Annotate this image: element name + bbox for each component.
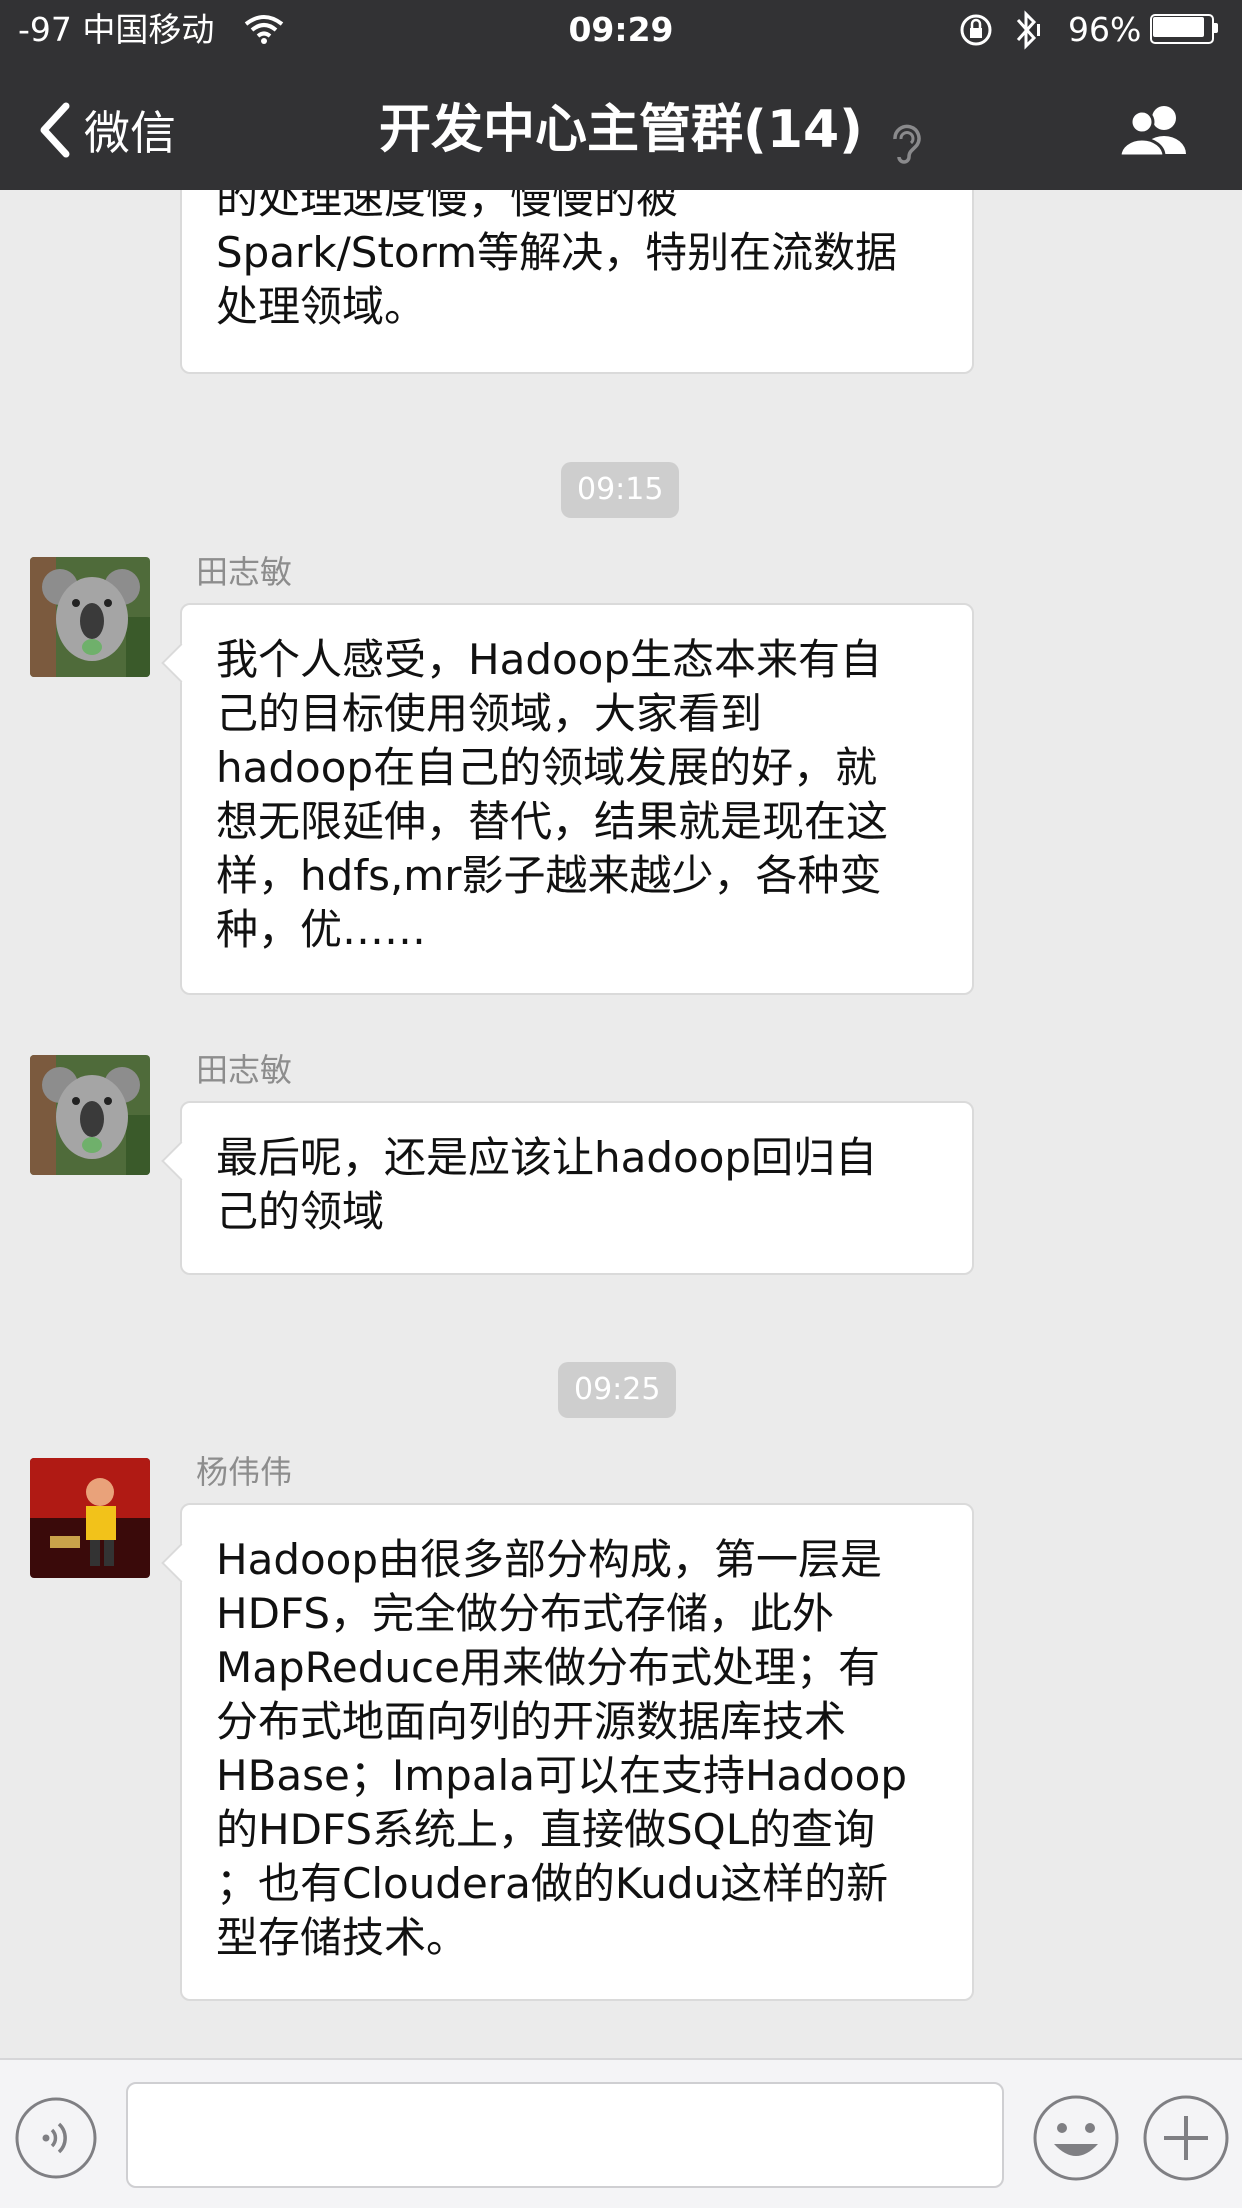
nav-bar: 微信 开发中心主管群(14) xyxy=(0,70,1242,190)
top-bar: -97 中国移动 09:29 96% 微信 开发中心主管群(14) xyxy=(0,0,1242,190)
group-members-button[interactable] xyxy=(1116,102,1196,162)
message-bubble[interactable]: Hadoop由很多部分构成，第一层是 HDFS，完全做分布式存储，此外 MapR… xyxy=(161,1503,974,2001)
plus-icon xyxy=(1143,2095,1229,2181)
koala-avatar-icon xyxy=(30,1055,150,1175)
earpiece-mode-icon xyxy=(887,108,923,188)
message-text: 的处理速度慢，慢慢的被 Spark/Storm等解决，特别在流数据 处理领域。 xyxy=(216,190,898,331)
chat-title: 开发中心主管群(14) xyxy=(0,90,1242,170)
time-divider: 09:25 xyxy=(558,1362,677,1418)
bluetooth-icon xyxy=(1012,10,1042,54)
status-time: 09:29 xyxy=(568,10,674,49)
more-button[interactable] xyxy=(1142,2094,1230,2182)
message-text: Hadoop由很多部分构成，第一层是 HDFS，完全做分布式存储，此外 MapR… xyxy=(216,1535,907,1962)
status-bar: -97 中国移动 09:29 96% xyxy=(0,0,1242,64)
avatar[interactable] xyxy=(30,557,150,677)
message-bubble[interactable]: 最后呢，还是应该让hadoop回归自 己的领域 xyxy=(161,1101,974,1275)
sender-name: 杨伟伟 xyxy=(196,1453,293,1491)
chat-title-text: 开发中心主管群(14) xyxy=(379,100,863,160)
message-input[interactable] xyxy=(126,2082,1004,2188)
avatar[interactable] xyxy=(30,1055,150,1175)
message-text: 最后呢，还是应该让hadoop回归自 己的领域 xyxy=(216,1133,878,1236)
emoji-icon xyxy=(1033,2095,1119,2181)
message-bubble[interactable]: 的处理速度慢，慢慢的被 Spark/Storm等解决，特别在流数据 处理领域。 xyxy=(180,190,974,374)
battery-percent: 96% xyxy=(1068,10,1142,49)
avatar[interactable] xyxy=(30,1458,150,1578)
input-bar xyxy=(0,2058,1242,2208)
person-avatar-icon xyxy=(30,1458,150,1578)
message-list[interactable]: 的处理速度慢，慢慢的被 Spark/Storm等解决，特别在流数据 处理领域。 … xyxy=(0,190,1242,2058)
emoji-button[interactable] xyxy=(1032,2094,1120,2182)
group-members-icon xyxy=(1118,106,1186,158)
orientation-lock-icon xyxy=(958,12,994,52)
koala-avatar-icon xyxy=(30,557,150,677)
time-divider: 09:15 xyxy=(561,462,680,518)
message-bubble[interactable]: 我个人感受，Hadoop生态本来有自 己的目标使用领域，大家看到 hadoop在… xyxy=(161,603,974,995)
sender-name: 田志敏 xyxy=(196,1051,293,1089)
battery-icon xyxy=(1150,14,1220,44)
sender-name: 田志敏 xyxy=(196,553,293,591)
voice-button[interactable] xyxy=(14,2096,98,2180)
message-text: 我个人感受，Hadoop生态本来有自 己的目标使用领域，大家看到 hadoop在… xyxy=(216,635,889,954)
voice-input-icon xyxy=(15,2097,97,2179)
